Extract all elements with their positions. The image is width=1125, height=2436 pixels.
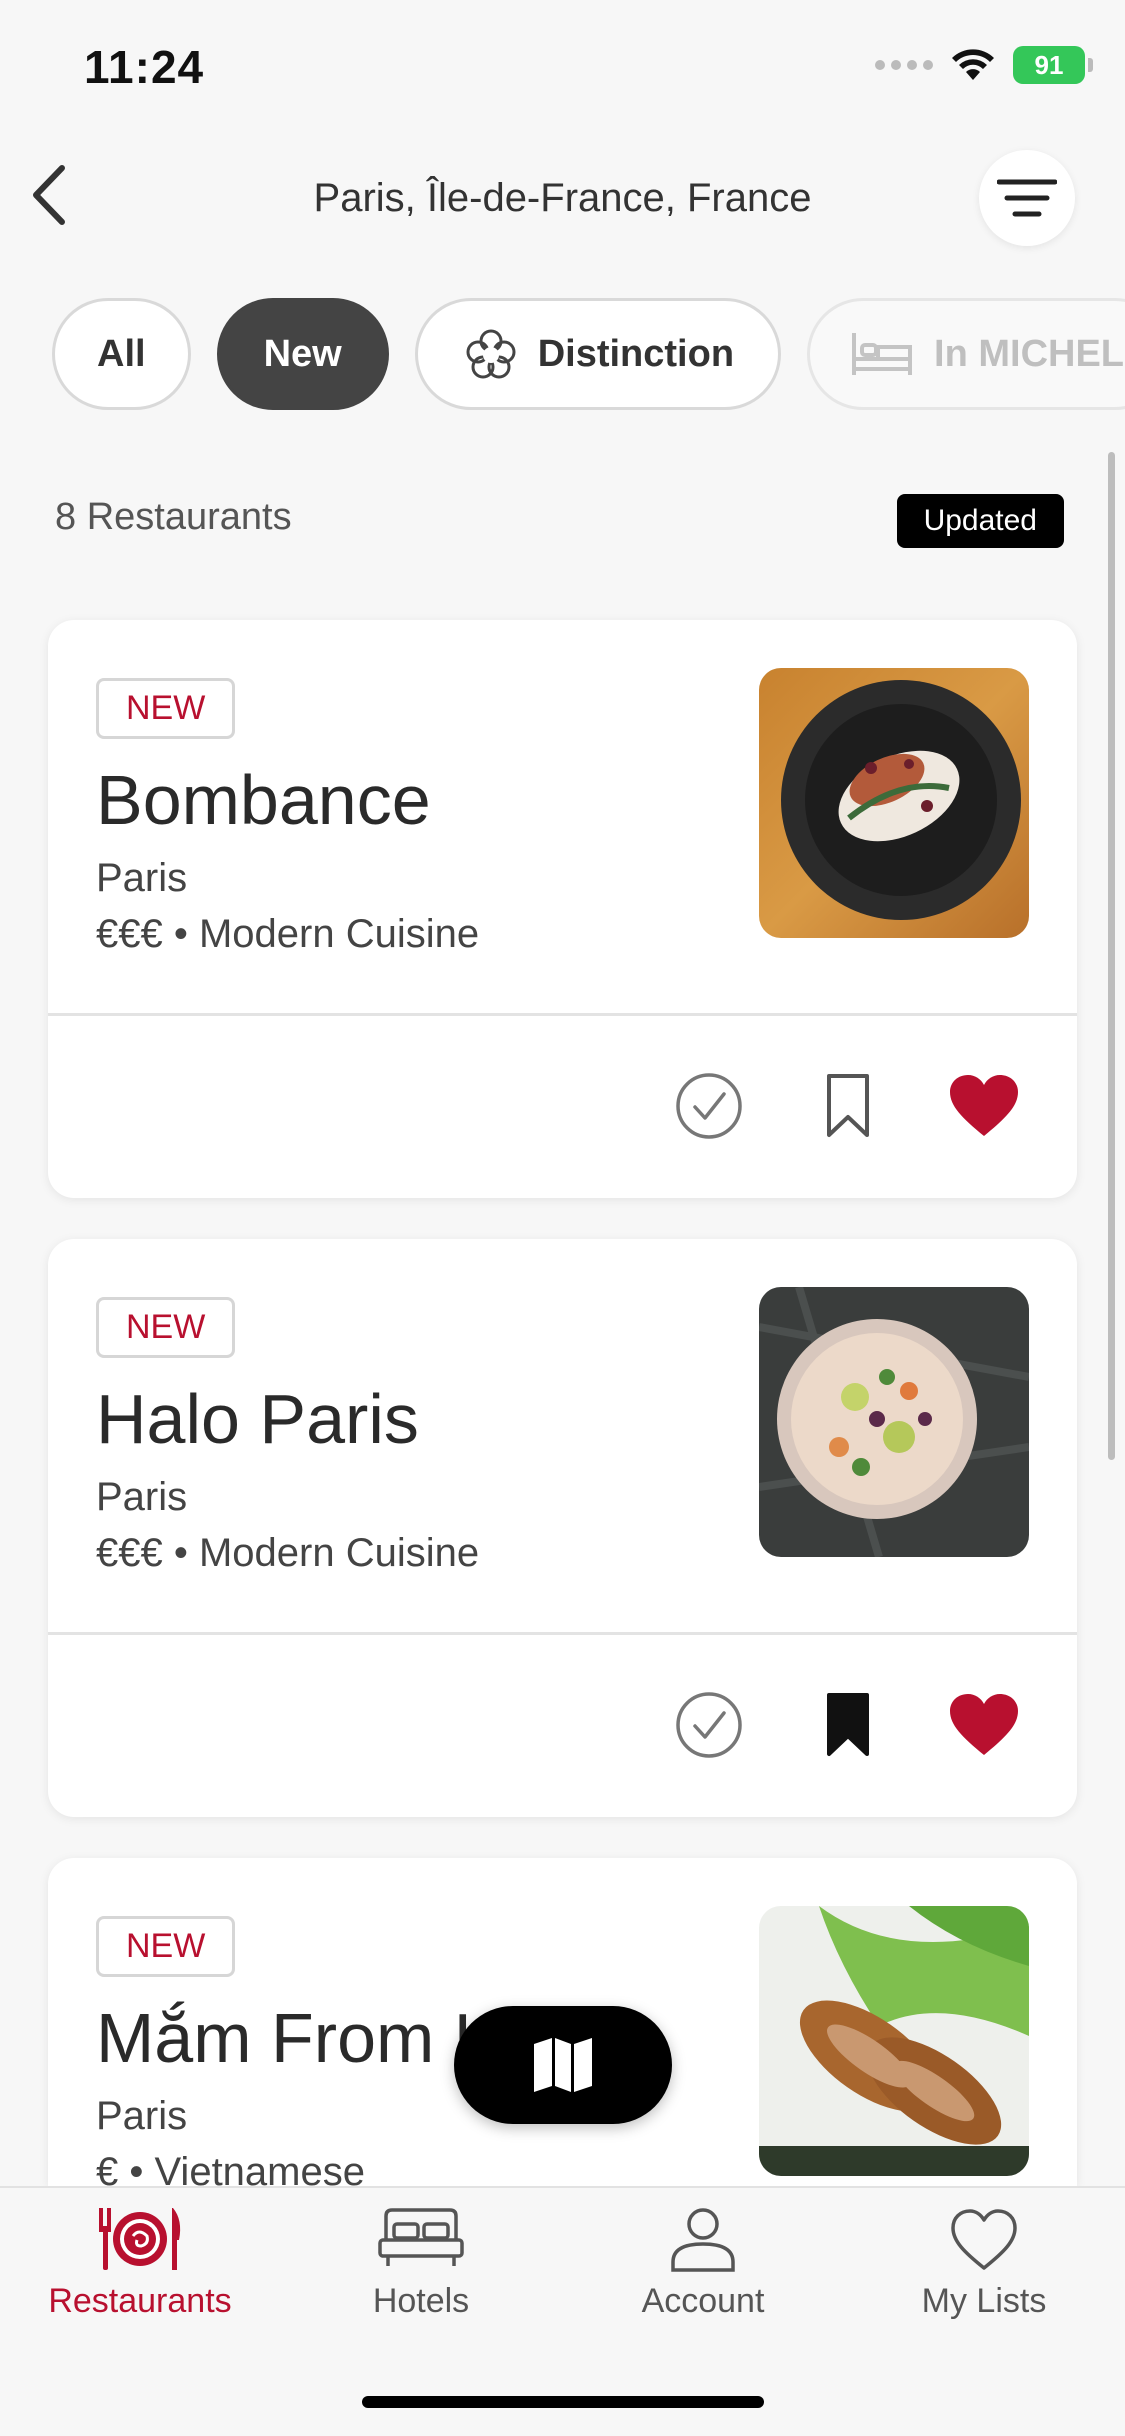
visited-button[interactable] (673, 1689, 745, 1761)
chip-all[interactable]: All (52, 298, 191, 410)
tab-hotels[interactable]: Hotels (281, 2206, 561, 2321)
scrollbar[interactable] (1108, 452, 1115, 1460)
map-view-button[interactable] (454, 2006, 672, 2124)
tab-restaurants[interactable]: Restaurants (0, 2206, 280, 2321)
chip-label: In MICHEL (934, 332, 1125, 375)
restaurant-city: Paris (96, 2094, 188, 2138)
restaurant-photo (759, 1906, 1029, 2176)
heart-outline-icon (951, 2209, 1017, 2270)
bookmark-button[interactable] (812, 1689, 884, 1761)
chip-label: Distinction (537, 332, 735, 375)
new-badge: NEW (96, 678, 236, 739)
new-badge: NEW (96, 1297, 236, 1358)
restaurant-name: Bombance (96, 761, 431, 839)
tab-label: My Lists (921, 2282, 1047, 2320)
favorite-button[interactable] (948, 1070, 1020, 1142)
cellular-signal-icon (875, 60, 933, 70)
updated-badge: Updated (896, 494, 1064, 548)
bookmark-button[interactable] (812, 1070, 884, 1142)
new-badge: NEW (96, 1916, 236, 1977)
restaurant-plate-icon (99, 2208, 181, 2270)
status-indicators: 91 (875, 46, 1093, 84)
results-count: 8 Restaurants (55, 496, 292, 538)
wifi-icon (952, 49, 994, 80)
restaurant-card[interactable]: NEW Halo Paris Paris €€€ • Modern Cuisin… (48, 1239, 1077, 1817)
restaurant-price-cuisine: €€€ • Modern Cuisine (96, 1531, 480, 1575)
chip-label: New (263, 332, 342, 375)
favorite-button[interactable] (948, 1689, 1020, 1761)
bookmark-filled-icon (827, 1693, 869, 1756)
tab-account[interactable]: Account (563, 2206, 843, 2321)
tab-label: Hotels (372, 2282, 470, 2320)
filter-lines-icon (997, 179, 1057, 217)
bed-icon (378, 2208, 464, 2266)
heart-filled-icon (950, 1694, 1018, 1755)
restaurant-price-cuisine: €€€ • Modern Cuisine (96, 912, 480, 956)
chip-label: All (97, 332, 146, 375)
heart-filled-icon (950, 1075, 1018, 1136)
battery-icon: 91 (1013, 46, 1093, 84)
location-title[interactable]: Paris, Île-de-France, France (0, 176, 1125, 221)
chip-distinction[interactable]: Distinction (414, 298, 782, 410)
chip-new[interactable]: New (216, 298, 389, 410)
restaurant-city: Paris (96, 1475, 188, 1519)
tab-label: Restaurants (48, 2282, 232, 2320)
chip-in-michelin[interactable]: In MICHEL (807, 298, 1125, 410)
restaurant-card[interactable]: NEW Bombance Paris €€€ • Modern Cuisine (48, 620, 1077, 1198)
bookmark-outline-icon (827, 1074, 869, 1137)
restaurant-price-cuisine: € • Vietnamese (96, 2150, 365, 2186)
sort-filter-button[interactable] (979, 150, 1075, 246)
status-time: 11:24 (84, 41, 205, 93)
restaurant-photo (759, 1287, 1029, 1557)
filter-chips: All New Distinction In MICHEL (52, 298, 1125, 410)
restaurant-name: Halo Paris (96, 1380, 419, 1458)
visited-button[interactable] (673, 1070, 745, 1142)
map-icon (534, 2038, 592, 2092)
bed-icon (852, 333, 913, 375)
person-icon (671, 2208, 735, 2272)
check-circle-icon (676, 1073, 742, 1139)
tab-label: Account (641, 2282, 765, 2320)
home-indicator (362, 2396, 764, 2408)
michelin-star-icon (466, 329, 516, 379)
restaurant-photo (759, 668, 1029, 938)
check-circle-icon (676, 1692, 742, 1758)
tab-my-lists[interactable]: My Lists (844, 2206, 1124, 2321)
restaurant-city: Paris (96, 856, 188, 900)
